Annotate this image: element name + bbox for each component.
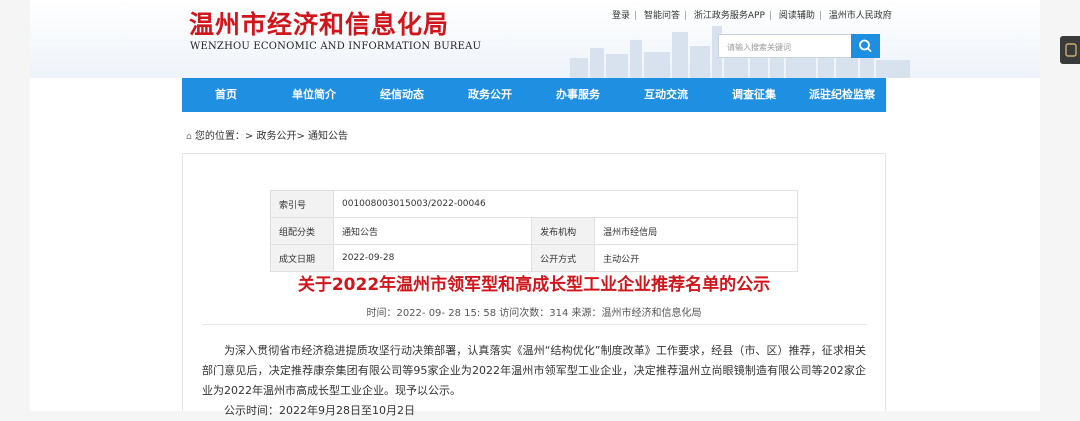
search-button[interactable] <box>851 34 880 58</box>
article-paragraph: 公示时间：2022年9月28日至10月2日 <box>224 404 415 417</box>
info-table: 索引号 001008003015003/2022-00046 组配分类 通知公告… <box>270 190 798 272</box>
search-icon <box>859 39 872 52</box>
category-value: 通知公告 <box>332 217 533 245</box>
divider <box>202 324 866 325</box>
nav-interaction[interactable]: 互动交流 <box>622 78 710 112</box>
smart-qa-link[interactable]: 智能问答 <box>640 11 684 21</box>
nav-about[interactable]: 单位简介 <box>270 78 358 112</box>
zj-app-link[interactable]: 浙江政务服务APP <box>690 11 769 21</box>
mode-label: 公开方式 <box>531 244 596 272</box>
header: 温州市经济和信息化局 WENZHOU ECONOMIC AND INFORMAT… <box>30 0 1040 78</box>
date-label: 成文日期 <box>270 244 334 272</box>
article-title: 关于2022年温州市领军型和高成长型工业企业推荐名单的公示 <box>297 275 771 295</box>
publisher-label: 发布机构 <box>531 217 596 245</box>
main-nav: 首页 单位简介 经信动态 政务公开 办事服务 互动交流 调查征集 派驻纪检监察 <box>182 78 886 112</box>
floating-toolbar-button[interactable] <box>1060 36 1080 64</box>
article-paragraph: 为深入贯彻省市经济稳进提质攻坚行动决策部署，认真落实《温州“结构优化”制度改革》… <box>202 344 866 397</box>
publisher-value: 温州市经信局 <box>594 217 798 245</box>
article-body: 为深入贯彻省市经济稳进提质攻坚行动决策部署，认真落实《温州“结构优化”制度改革》… <box>202 341 866 421</box>
breadcrumb: ⌂ 您的位置：> 政务公开> 通知公告 <box>186 127 348 142</box>
nav-discipline[interactable]: 派驻纪检监察 <box>798 78 886 112</box>
reading-aid-link[interactable]: 阅读辅助 <box>775 11 819 21</box>
page: 温州市经济和信息化局 WENZHOU ECONOMIC AND INFORMAT… <box>30 0 1040 417</box>
date-value: 2022-09-28 <box>332 244 533 272</box>
breadcrumb-text[interactable]: 您的位置：> 政务公开> 通知公告 <box>195 131 348 142</box>
nav-gov-open[interactable]: 政务公开 <box>446 78 534 112</box>
home-icon: ⌂ <box>186 132 192 142</box>
index-value: 001008003015003/2022-00046 <box>333 190 798 218</box>
login-link[interactable]: 登录 <box>608 11 634 21</box>
nav-home[interactable]: 首页 <box>182 78 270 112</box>
index-label: 索引号 <box>270 190 334 218</box>
nav-news[interactable]: 经信动态 <box>358 78 446 112</box>
nav-services[interactable]: 办事服务 <box>534 78 622 112</box>
toolbar-icon <box>1065 43 1077 57</box>
top-links: 登录 | 智能问答 | 浙江政务服务APP | 阅读辅助 | 温州市人民政府 <box>608 8 896 21</box>
category-label: 组配分类 <box>270 217 334 245</box>
city-gov-link[interactable]: 温州市人民政府 <box>825 11 896 21</box>
mode-value: 主动公开 <box>594 244 798 272</box>
article-meta: 时间：2022- 09- 28 15: 58 访问次数：314 来源：温州市经济… <box>366 308 702 319</box>
site-logo-subtitle: WENZHOU ECONOMIC AND INFORMATION BUREAU <box>190 41 482 52</box>
site-logo-title[interactable]: 温州市经济和信息化局 <box>189 5 449 41</box>
nav-survey[interactable]: 调查征集 <box>710 78 798 112</box>
